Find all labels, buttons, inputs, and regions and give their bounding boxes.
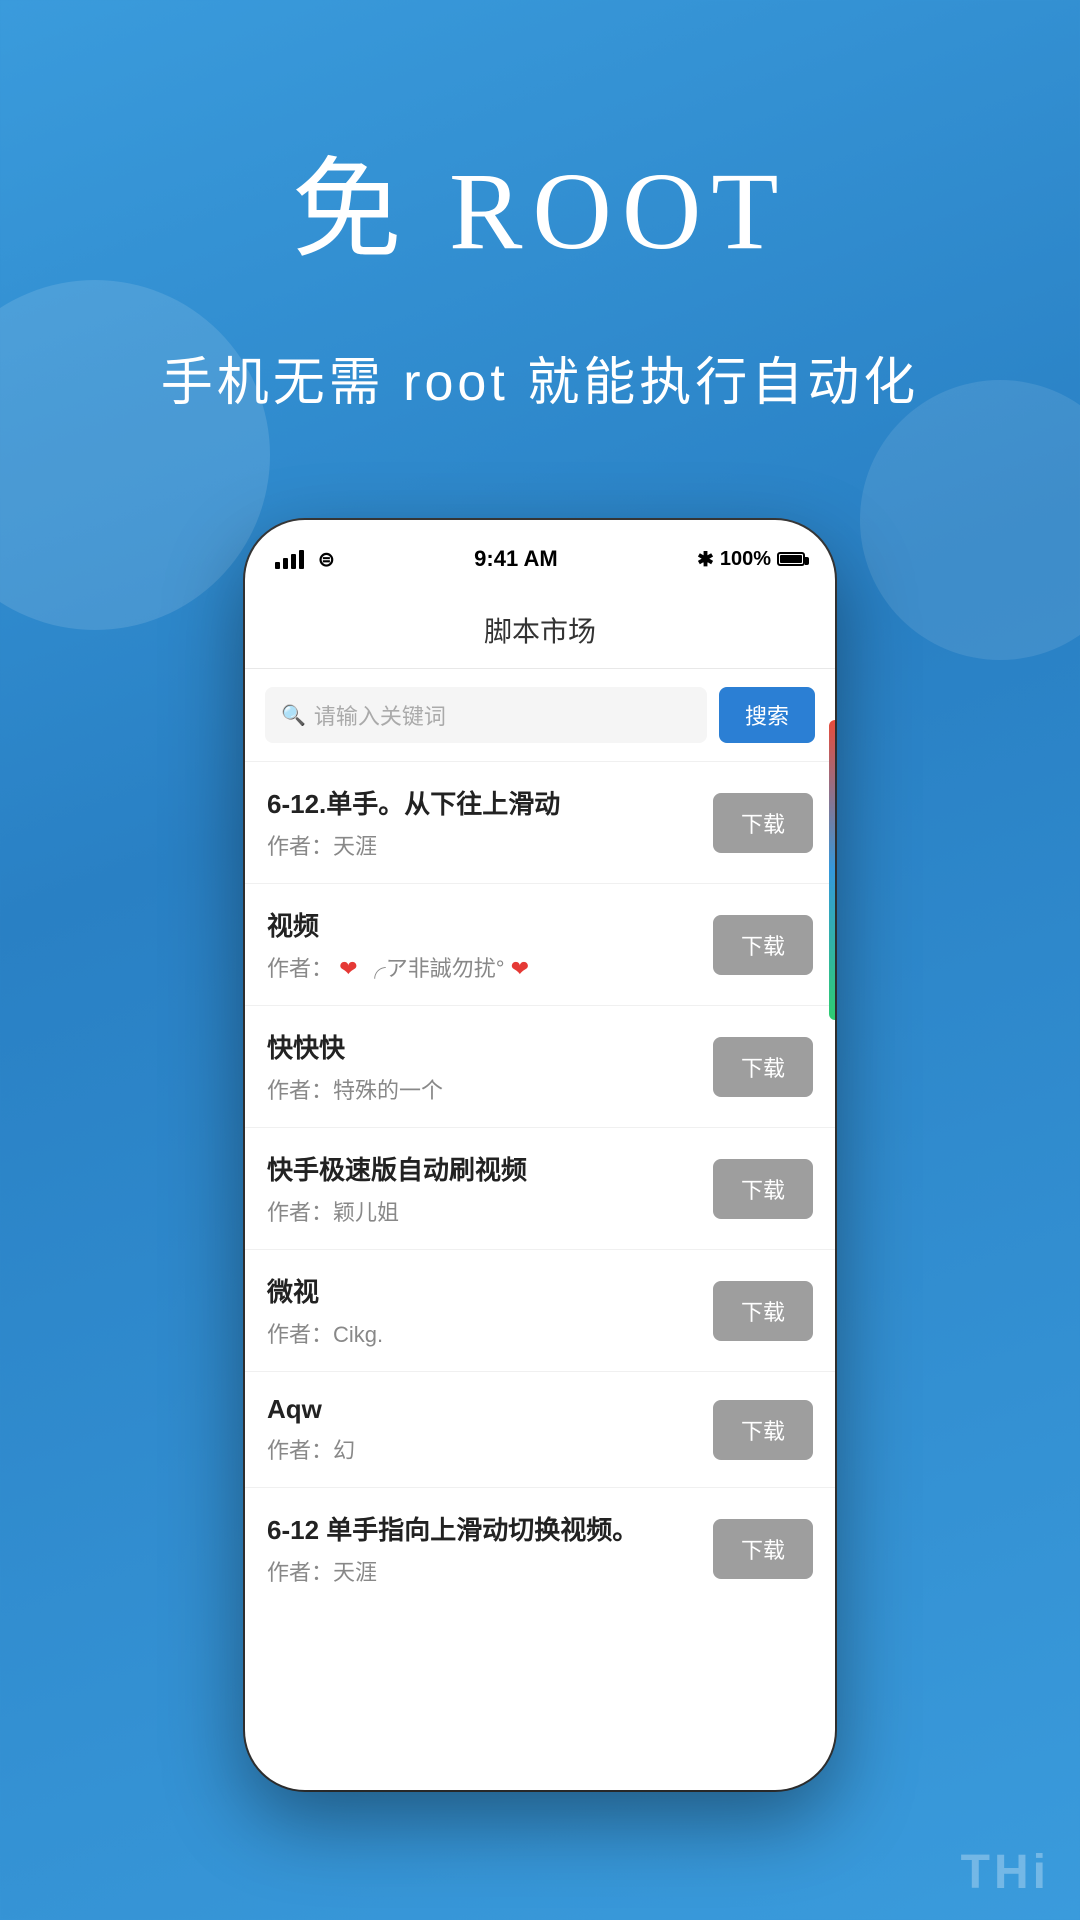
script-author: 作者：天涯	[267, 1555, 713, 1587]
script-info: 6-12.单手。从下往上滑动 作者：天涯	[267, 784, 713, 861]
search-placeholder: 请输入关键词	[314, 699, 446, 731]
bluetooth-icon: ✱	[697, 547, 714, 572]
hero-subtitle: 手机无需 root 就能执行自动化	[0, 340, 1080, 415]
watermark: THi	[931, 1825, 1080, 1920]
search-bar: 🔍 请输入关键词 搜索	[245, 669, 835, 762]
phone-mockup: ⊜ 9:41 AM ✱ 100% 脚本市场 🔍 请输入关键词	[245, 520, 835, 1790]
script-name: 6-12 单手指向上滑动切换视频。	[267, 1510, 713, 1547]
download-button[interactable]: 下载	[713, 1519, 813, 1579]
app-content: 脚本市场 🔍 请输入关键词 搜索 6-12.单手。从下往上滑动 作者：天涯 下载	[245, 590, 835, 1790]
list-item: 快手极速版自动刷视频 作者：颖儿姐 下载	[245, 1128, 835, 1250]
signal-bar-4	[299, 550, 304, 569]
script-name: 快手极速版自动刷视频	[267, 1150, 713, 1187]
script-info: 微视 作者：Cikg.	[267, 1272, 713, 1349]
status-right: ✱ 100%	[697, 547, 805, 572]
script-info: 快快快 作者：特殊的一个	[267, 1028, 713, 1105]
script-author: 作者：天涯	[267, 829, 713, 861]
signal-bar-1	[275, 562, 280, 569]
battery-percent: 100%	[720, 548, 771, 571]
side-accent-bar	[829, 720, 835, 1020]
script-name: 微视	[267, 1272, 713, 1309]
search-icon: 🔍	[281, 703, 306, 728]
script-author: 作者：颖儿姐	[267, 1195, 713, 1227]
signal-bar-2	[283, 558, 288, 569]
script-author: 作者：特殊的一个	[267, 1073, 713, 1105]
script-name: 6-12.单手。从下往上滑动	[267, 784, 713, 821]
script-author: 作者：幻	[267, 1433, 713, 1465]
list-item: 快快快 作者：特殊的一个 下载	[245, 1006, 835, 1128]
phone-frame: ⊜ 9:41 AM ✱ 100% 脚本市场 🔍 请输入关键词	[245, 520, 835, 1790]
script-name: 快快快	[267, 1028, 713, 1065]
script-info: 快手极速版自动刷视频 作者：颖儿姐	[267, 1150, 713, 1227]
search-input-wrapper[interactable]: 🔍 请输入关键词	[265, 687, 707, 743]
script-list: 6-12.单手。从下往上滑动 作者：天涯 下载 视频 作者： ❤ ╭ア非誠勿扰°…	[245, 762, 835, 1609]
heart-icon-left: ❤	[339, 956, 357, 981]
download-button[interactable]: 下载	[713, 1400, 813, 1460]
hero-section: 免 ROOT 手机无需 root 就能执行自动化	[0, 0, 1080, 415]
script-name: Aqw	[267, 1394, 713, 1425]
blob-decoration-right	[860, 380, 1080, 660]
download-button[interactable]: 下载	[713, 1159, 813, 1219]
download-button[interactable]: 下载	[713, 793, 813, 853]
wifi-icon: ⊜	[318, 547, 335, 572]
list-item: 6-12.单手。从下往上滑动 作者：天涯 下载	[245, 762, 835, 884]
script-info: Aqw 作者：幻	[267, 1394, 713, 1465]
download-button[interactable]: 下载	[713, 1037, 813, 1097]
app-header: 脚本市场	[245, 590, 835, 669]
script-info: 6-12 单手指向上滑动切换视频。 作者：天涯	[267, 1510, 713, 1587]
download-button[interactable]: 下载	[713, 915, 813, 975]
list-item: 微视 作者：Cikg. 下载	[245, 1250, 835, 1372]
search-button[interactable]: 搜索	[719, 687, 815, 743]
script-name: 视频	[267, 906, 713, 943]
heart-icon-right: ❤	[511, 956, 529, 981]
status-left: ⊜	[275, 547, 335, 572]
list-item: Aqw 作者：幻 下载	[245, 1372, 835, 1488]
list-item: 视频 作者： ❤ ╭ア非誠勿扰° ❤ 下载	[245, 884, 835, 1006]
script-author: 作者： ❤ ╭ア非誠勿扰° ❤	[267, 951, 713, 983]
battery-icon	[777, 552, 805, 566]
signal-bars	[275, 549, 304, 569]
signal-bar-3	[291, 554, 296, 569]
status-bar: ⊜ 9:41 AM ✱ 100%	[245, 520, 835, 590]
list-item: 6-12 单手指向上滑动切换视频。 作者：天涯 下载	[245, 1488, 835, 1609]
script-author: 作者：Cikg.	[267, 1317, 713, 1349]
script-info: 视频 作者： ❤ ╭ア非誠勿扰° ❤	[267, 906, 713, 983]
status-time: 9:41 AM	[474, 546, 558, 572]
hero-title: 免 ROOT	[0, 120, 1080, 280]
download-button[interactable]: 下载	[713, 1281, 813, 1341]
